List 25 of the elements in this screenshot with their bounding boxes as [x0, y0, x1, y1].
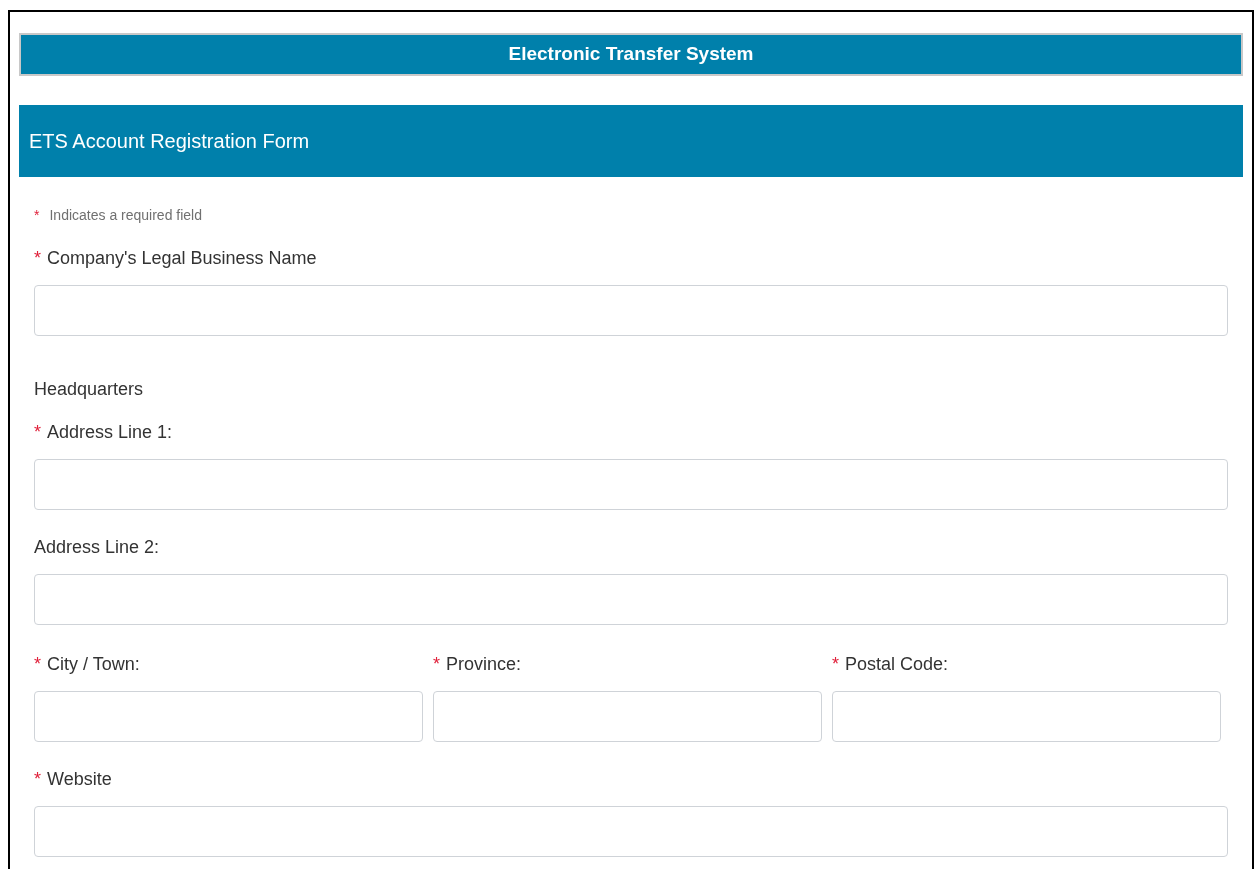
required-asterisk: *	[34, 420, 41, 444]
input-field[interactable]	[34, 806, 1228, 857]
required-asterisk: *	[34, 767, 41, 791]
section-heading: Headquarters	[34, 378, 145, 400]
required-asterisk: *	[832, 652, 839, 676]
required-asterisk: *	[34, 652, 41, 676]
system-title-bar: Electronic Transfer System	[19, 33, 1243, 76]
field-label: Company's Legal Business Name	[47, 246, 317, 270]
input-field[interactable]	[34, 285, 1228, 336]
input-field[interactable]	[34, 574, 1228, 625]
required-asterisk: *	[433, 652, 440, 676]
field-label: Address Line 1:	[47, 420, 173, 444]
field-label: Province:	[446, 652, 522, 676]
input-field[interactable]	[34, 459, 1228, 510]
form-header: ETS Account Registration Form	[19, 105, 1243, 177]
required-note: Indicates a required field	[49, 206, 202, 225]
field-label: Address Line 2:	[34, 535, 160, 559]
required-asterisk: *	[34, 246, 41, 270]
field-label: Website	[47, 767, 112, 791]
input-field[interactable]	[832, 691, 1221, 742]
field-label: Postal Code:	[845, 652, 949, 676]
field-label: City / Town:	[47, 652, 140, 676]
input-field[interactable]	[34, 691, 423, 742]
input-field[interactable]	[433, 691, 822, 742]
required-asterisk: *	[34, 206, 40, 225]
